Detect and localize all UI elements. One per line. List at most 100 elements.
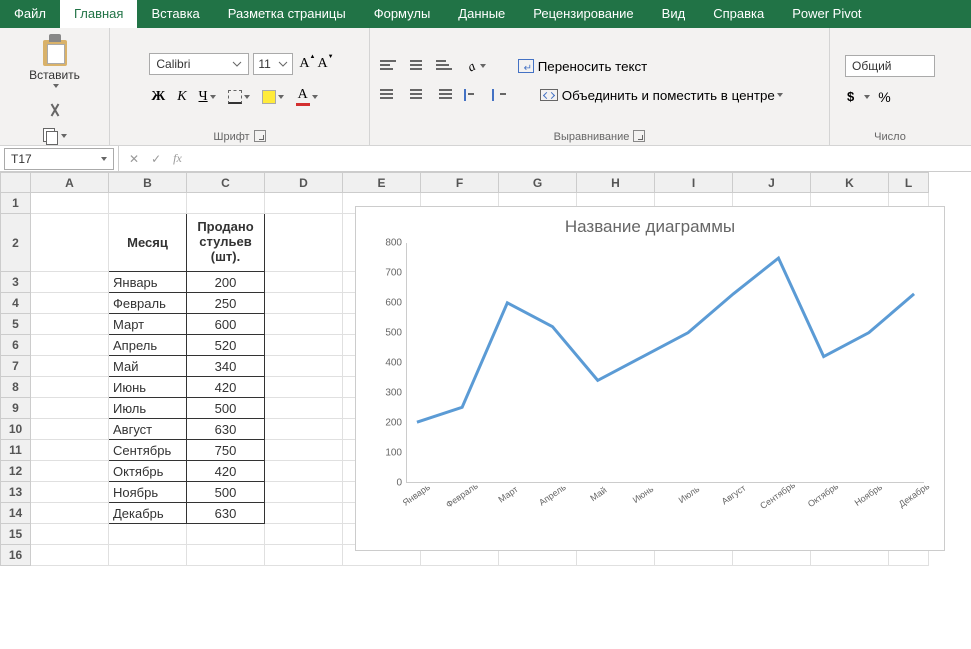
cell-D1[interactable]	[265, 193, 343, 214]
tab-файл[interactable]: Файл	[0, 0, 60, 28]
row-header-13[interactable]: 13	[1, 482, 31, 503]
cell-A3[interactable]	[31, 272, 109, 293]
cell-A2[interactable]	[31, 214, 109, 272]
cell-A11[interactable]	[31, 440, 109, 461]
alignment-launcher[interactable]	[633, 130, 645, 142]
row-header-9[interactable]: 9	[1, 398, 31, 419]
cell-B8[interactable]: Июнь	[109, 377, 187, 398]
cancel-icon[interactable]: ✕	[129, 152, 139, 166]
increase-font-button[interactable]: A	[297, 56, 311, 72]
cell-B9[interactable]: Июль	[109, 398, 187, 419]
embedded-chart[interactable]: Название диаграммы 010020030040050060070…	[355, 206, 945, 551]
align-right-button[interactable]	[434, 87, 454, 103]
cell-D15[interactable]	[265, 524, 343, 545]
col-header-I[interactable]: I	[655, 173, 733, 193]
chart-title[interactable]: Название диаграммы	[356, 207, 944, 243]
wrap-text-button[interactable]: Переносить текст	[516, 57, 649, 76]
cell-B10[interactable]: Август	[109, 419, 187, 440]
cell-B3[interactable]: Январь	[109, 272, 187, 293]
cell-A12[interactable]	[31, 461, 109, 482]
cell-D9[interactable]	[265, 398, 343, 419]
row-header-14[interactable]: 14	[1, 503, 31, 524]
cell-B5[interactable]: Март	[109, 314, 187, 335]
align-center-button[interactable]	[406, 87, 426, 103]
cell-C13[interactable]: 500	[187, 482, 265, 503]
cell-C7[interactable]: 340	[187, 356, 265, 377]
cell-B13[interactable]: Ноябрь	[109, 482, 187, 503]
orientation-button[interactable]: a	[462, 57, 488, 75]
cell-D2[interactable]	[265, 214, 343, 272]
cell-A10[interactable]	[31, 419, 109, 440]
cell-D8[interactable]	[265, 377, 343, 398]
font-color-button[interactable]: A	[294, 85, 320, 108]
tab-рецензирование[interactable]: Рецензирование	[519, 0, 647, 28]
row-header-4[interactable]: 4	[1, 293, 31, 314]
tab-power-pivot[interactable]: Power Pivot	[778, 0, 875, 28]
font-name-select[interactable]: Calibri	[149, 53, 249, 75]
cell-D4[interactable]	[265, 293, 343, 314]
cell-C1[interactable]	[187, 193, 265, 214]
tab-разметка-страницы[interactable]: Разметка страницы	[214, 0, 360, 28]
cell-A7[interactable]	[31, 356, 109, 377]
cell-D7[interactable]	[265, 356, 343, 377]
cell-C9[interactable]: 500	[187, 398, 265, 419]
cell-B2[interactable]: Месяц	[109, 214, 187, 272]
row-header-11[interactable]: 11	[1, 440, 31, 461]
confirm-icon[interactable]: ✓	[151, 152, 161, 166]
cell-C2[interactable]: Продано стульев (шт).	[187, 214, 265, 272]
worksheet-grid[interactable]: ABCDEFGHIJKL12МесяцПродано стульев (шт).…	[0, 172, 971, 649]
row-header-7[interactable]: 7	[1, 356, 31, 377]
row-header-10[interactable]: 10	[1, 419, 31, 440]
decrease-font-button[interactable]: A	[316, 56, 330, 72]
row-header-2[interactable]: 2	[1, 214, 31, 272]
row-header-1[interactable]: 1	[1, 193, 31, 214]
chart-plot-area[interactable]	[406, 243, 924, 483]
cell-A1[interactable]	[31, 193, 109, 214]
cell-A8[interactable]	[31, 377, 109, 398]
cell-C11[interactable]: 750	[187, 440, 265, 461]
cell-B16[interactable]	[109, 545, 187, 566]
cell-D14[interactable]	[265, 503, 343, 524]
bold-button[interactable]: Ж	[149, 87, 167, 107]
col-header-E[interactable]: E	[343, 173, 421, 193]
col-header-C[interactable]: C	[187, 173, 265, 193]
cell-B7[interactable]: Май	[109, 356, 187, 377]
row-header-5[interactable]: 5	[1, 314, 31, 335]
tab-справка[interactable]: Справка	[699, 0, 778, 28]
col-header-A[interactable]: A	[31, 173, 109, 193]
increase-indent-button[interactable]	[490, 87, 510, 103]
cell-D6[interactable]	[265, 335, 343, 356]
copy-button[interactable]	[41, 126, 69, 146]
cell-A14[interactable]	[31, 503, 109, 524]
cell-C15[interactable]	[187, 524, 265, 545]
cell-C16[interactable]	[187, 545, 265, 566]
paste-button[interactable]: Вставить	[25, 32, 84, 90]
col-header-D[interactable]: D	[265, 173, 343, 193]
cell-C5[interactable]: 600	[187, 314, 265, 335]
name-box[interactable]: T17	[4, 148, 114, 170]
font-launcher[interactable]	[254, 130, 266, 142]
cell-A13[interactable]	[31, 482, 109, 503]
cell-D10[interactable]	[265, 419, 343, 440]
row-header-6[interactable]: 6	[1, 335, 31, 356]
currency-button[interactable]: $	[845, 87, 856, 106]
number-format-select[interactable]: Общий	[845, 55, 935, 77]
cell-D16[interactable]	[265, 545, 343, 566]
cell-B1[interactable]	[109, 193, 187, 214]
tab-формулы[interactable]: Формулы	[360, 0, 445, 28]
align-bottom-button[interactable]	[434, 58, 454, 74]
cell-C4[interactable]: 250	[187, 293, 265, 314]
cell-A15[interactable]	[31, 524, 109, 545]
cell-C6[interactable]: 520	[187, 335, 265, 356]
col-header-F[interactable]: F	[421, 173, 499, 193]
cell-C3[interactable]: 200	[187, 272, 265, 293]
col-header-K[interactable]: K	[811, 173, 889, 193]
col-header-G[interactable]: G	[499, 173, 577, 193]
row-header-3[interactable]: 3	[1, 272, 31, 293]
cell-C12[interactable]: 420	[187, 461, 265, 482]
tab-вид[interactable]: Вид	[648, 0, 700, 28]
align-middle-button[interactable]	[406, 58, 426, 74]
cell-B4[interactable]: Февраль	[109, 293, 187, 314]
fill-color-button[interactable]	[260, 88, 286, 106]
decrease-indent-button[interactable]	[462, 87, 482, 103]
